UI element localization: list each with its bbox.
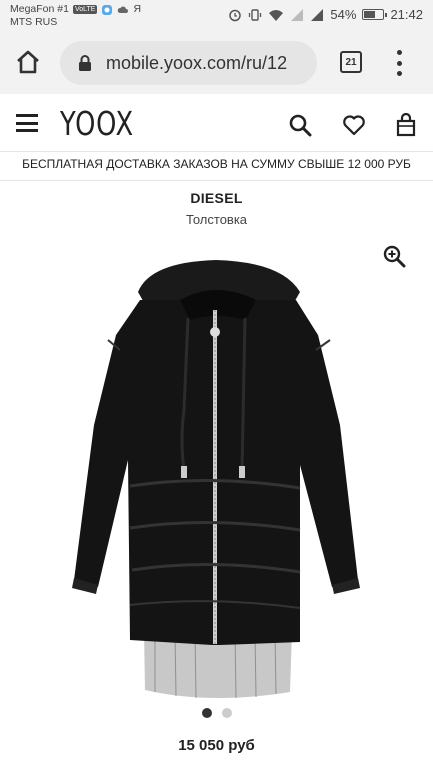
carousel-dot-2[interactable] [221, 708, 232, 718]
product-price: 15 050 руб [178, 737, 255, 754]
free-shipping-banner: БЕСПЛАТНАЯ ДОСТАВКА ЗАКАЗОВ НА СУММУ СВЫ… [0, 153, 433, 181]
search-icon[interactable] [288, 113, 312, 137]
home-icon[interactable] [14, 48, 42, 76]
product-image-hoodie[interactable] [60, 260, 373, 700]
product-brand[interactable]: DIESEL [0, 190, 433, 206]
wishlist-heart-icon[interactable] [342, 113, 366, 137]
signal-icon-1 [291, 8, 304, 21]
alarm-icon [229, 9, 242, 21]
cloud-icon [118, 6, 129, 13]
vibrate-icon [249, 8, 262, 21]
signal-icon-2 [311, 8, 324, 21]
yandex-icon: Я [133, 3, 142, 15]
zoom-in-icon[interactable] [382, 244, 406, 268]
battery-icon [362, 9, 388, 20]
image-carousel-dots [0, 708, 433, 718]
url-text: mobile.yoox.com/ru/12 [106, 52, 288, 73]
status-icons: 54% 21:42 [228, 7, 423, 22]
carrier-1-label: MegaFon #1 [10, 3, 69, 15]
carrier-info: MegaFon #1 VoLTE Я MTS RUS [10, 3, 141, 29]
status-bar: MegaFon #1 VoLTE Я MTS RUS 54% 21:42 [0, 0, 433, 32]
shield-app-icon [102, 4, 113, 15]
tab-switcher-button[interactable]: 21 [340, 51, 362, 73]
battery-percent: 54% [330, 7, 357, 22]
battery-fill [364, 11, 376, 18]
wifi-icon [269, 9, 284, 21]
lock-icon [79, 55, 91, 71]
site-header: YOOX [0, 96, 433, 152]
yoox-logo[interactable]: YOOX [60, 104, 134, 143]
overflow-menu-icon[interactable] [388, 50, 410, 76]
carousel-dot-1[interactable] [201, 708, 212, 718]
volte-badge: VoLTE [72, 5, 98, 14]
carrier-2-label: MTS RUS [10, 16, 58, 28]
product-category: Толстовка [185, 212, 248, 227]
clock: 21:42 [390, 7, 423, 22]
browser-toolbar: mobile.yoox.com/ru/12 21 [0, 32, 433, 94]
address-bar[interactable]: mobile.yoox.com/ru/12 [60, 41, 317, 85]
hamburger-menu-icon[interactable] [16, 114, 38, 132]
shopping-bag-icon[interactable] [394, 113, 418, 137]
